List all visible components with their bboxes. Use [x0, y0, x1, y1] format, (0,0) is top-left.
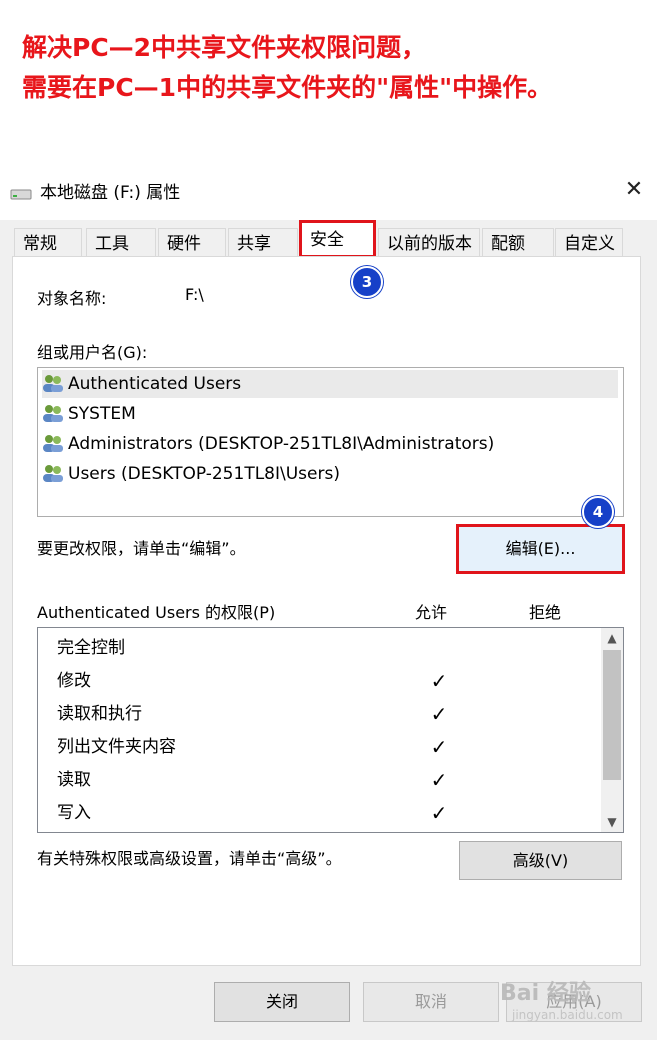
- tab-quota[interactable]: 配额: [482, 228, 554, 256]
- table-row: 修改 ✓: [57, 665, 597, 698]
- permissions-list[interactable]: 完全控制 修改 ✓ 读取和执行 ✓ 列出文件夹内容 ✓ 读取 ✓ 写入 ✓ ▲ …: [37, 627, 624, 833]
- window-title: 本地磁盘 (F:) 属性: [40, 183, 181, 203]
- edit-button[interactable]: 编辑(E)...: [456, 524, 625, 574]
- user-list[interactable]: Authenticated Users SYSTEM Administrator…: [37, 367, 624, 517]
- scroll-down-icon[interactable]: ▼: [601, 812, 623, 832]
- scroll-thumb[interactable]: [603, 650, 621, 780]
- vertical-scrollbar[interactable]: ▲ ▼: [601, 628, 623, 832]
- permissions-header: Authenticated Users 的权限(P): [37, 603, 276, 622]
- list-item[interactable]: Authenticated Users: [42, 370, 618, 398]
- list-item[interactable]: Users (DESKTOP-251TL8I\Users): [42, 460, 340, 488]
- step-4-badge: 4: [582, 496, 614, 528]
- permission-name: 修改: [57, 671, 91, 691]
- permission-name: 写入: [57, 803, 91, 823]
- users-icon: [43, 375, 63, 392]
- tab-customize[interactable]: 自定义: [555, 228, 623, 256]
- allow-check-icon: ✓: [430, 735, 448, 759]
- users-icon: [43, 435, 63, 452]
- advanced-button[interactable]: 高级(V): [459, 841, 622, 880]
- cancel-button[interactable]: 取消: [363, 982, 499, 1022]
- title-bar: 本地磁盘 (F:) 属性 ✕: [0, 160, 657, 220]
- group-user-label: 组或用户名(G):: [37, 343, 148, 362]
- deny-column-header: 拒绝: [529, 603, 562, 622]
- table-row: 写入 ✓: [57, 797, 597, 830]
- scroll-up-icon[interactable]: ▲: [601, 628, 623, 648]
- user-name: Administrators (DESKTOP-251TL8I\Administ…: [68, 434, 495, 454]
- allow-check-icon: ✓: [430, 669, 448, 693]
- permission-name: 读取和执行: [57, 704, 142, 724]
- allow-check-icon: ✓: [430, 768, 448, 792]
- close-button[interactable]: 关闭: [214, 982, 350, 1022]
- tab-general[interactable]: 常规: [14, 228, 82, 256]
- users-icon: [43, 405, 63, 422]
- instruction-banner: 解决PC—2中共享文件夹权限问题， 需要在PC—1中的共享文件夹的"属性"中操作…: [22, 28, 552, 108]
- permission-name: 读取: [57, 770, 91, 790]
- allow-column-header: 允许: [415, 603, 448, 622]
- list-item[interactable]: Administrators (DESKTOP-251TL8I\Administ…: [42, 430, 494, 458]
- properties-dialog: 本地磁盘 (F:) 属性 ✕ 常规 工具 硬件 共享 安全 以前的版本 配额 自…: [0, 160, 657, 1040]
- permission-name: 列出文件夹内容: [57, 737, 176, 757]
- list-item[interactable]: SYSTEM: [42, 400, 136, 428]
- table-row: 列出文件夹内容 ✓: [57, 731, 597, 764]
- step-3-badge: 3: [351, 266, 383, 298]
- banner-line-1: 解决PC—2中共享文件夹权限问题，: [22, 33, 427, 62]
- close-icon[interactable]: ✕: [620, 176, 648, 204]
- table-row: 读取 ✓: [57, 764, 597, 797]
- user-name: Users (DESKTOP-251TL8I\Users): [68, 464, 340, 484]
- allow-check-icon: ✓: [430, 801, 448, 825]
- allow-check-icon: ✓: [430, 702, 448, 726]
- security-panel: 对象名称: F:\ 组或用户名(G): Authenticated Users …: [12, 256, 641, 966]
- users-icon: [43, 465, 63, 482]
- tab-tools[interactable]: 工具: [86, 228, 156, 256]
- edit-hint: 要更改权限，请单击“编辑”。: [37, 539, 246, 558]
- tab-security[interactable]: 安全: [299, 220, 376, 258]
- table-row: 完全控制: [57, 632, 597, 665]
- object-name-value: F:\: [185, 285, 204, 304]
- object-name-label: 对象名称:: [37, 289, 107, 308]
- table-row: 读取和执行 ✓: [57, 698, 597, 731]
- tab-sharing[interactable]: 共享: [228, 228, 298, 256]
- user-name: Authenticated Users: [68, 374, 242, 394]
- tab-previous-versions[interactable]: 以前的版本: [378, 228, 480, 256]
- watermark-logo: Bai 经验: [500, 981, 591, 1006]
- watermark-url: jingyan.baidu.com: [512, 1008, 623, 1022]
- user-name: SYSTEM: [68, 404, 136, 424]
- advanced-hint: 有关特殊权限或高级设置，请单击“高级”。: [37, 849, 342, 868]
- banner-line-2: 需要在PC—1中的共享文件夹的"属性"中操作。: [22, 73, 553, 102]
- permission-name: 完全控制: [57, 638, 125, 658]
- drive-icon: [10, 189, 32, 200]
- tab-hardware[interactable]: 硬件: [158, 228, 226, 256]
